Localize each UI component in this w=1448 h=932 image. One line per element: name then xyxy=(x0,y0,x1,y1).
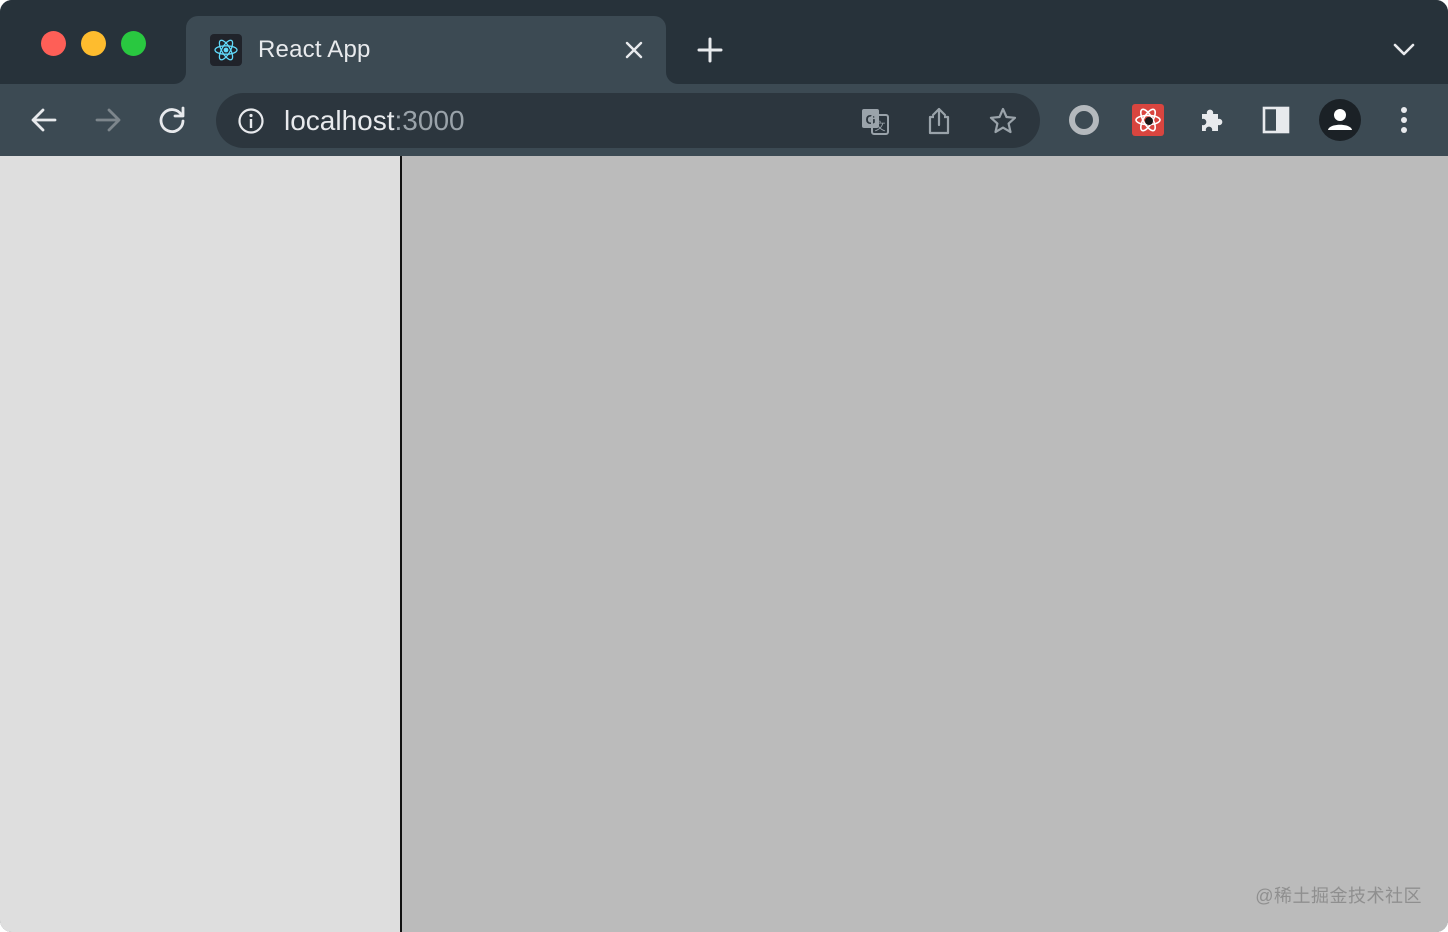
tab-react-app[interactable]: React App xyxy=(186,16,666,84)
new-tab-button[interactable] xyxy=(694,34,726,66)
react-logo-icon xyxy=(210,34,242,66)
left-pane xyxy=(0,156,402,932)
window-close-button[interactable] xyxy=(41,31,66,56)
window-minimize-button[interactable] xyxy=(81,31,106,56)
tab-search-button[interactable] xyxy=(1390,38,1418,62)
plus-icon xyxy=(697,37,723,63)
kebab-menu-icon[interactable] xyxy=(1388,104,1420,136)
window-maximize-button[interactable] xyxy=(121,31,146,56)
page-content: @稀土掘金技术社区 xyxy=(0,156,1448,932)
react-devtools-icon[interactable] xyxy=(1132,104,1164,136)
profile-icon xyxy=(1319,99,1361,141)
close-icon[interactable] xyxy=(622,38,646,62)
toolbar: localhost:3000 G 文 xyxy=(0,84,1448,156)
arrow-left-icon xyxy=(31,108,57,132)
tab-title: React App xyxy=(258,36,371,63)
tab-strip: React App xyxy=(0,0,1448,84)
chevron-down-icon xyxy=(1393,43,1415,56)
profile-button[interactable] xyxy=(1318,98,1362,142)
url-host: localhost xyxy=(284,105,395,136)
address-bar[interactable]: localhost:3000 G 文 xyxy=(216,93,1040,148)
puzzle-icon[interactable] xyxy=(1196,104,1228,136)
right-pane xyxy=(402,156,1448,932)
watermark: @稀土掘金技术社区 xyxy=(1255,886,1422,906)
share-icon[interactable] xyxy=(923,105,955,137)
url-text[interactable]: localhost:3000 xyxy=(284,105,465,137)
svg-text:文: 文 xyxy=(875,119,886,133)
reload-icon xyxy=(159,106,185,133)
star-icon[interactable] xyxy=(987,105,1019,137)
browser-window: React App localhost:3000 G 文 @稀土掘金技术社区 xyxy=(0,0,1448,932)
reload-button[interactable] xyxy=(156,104,188,136)
circle-extension-icon[interactable] xyxy=(1068,104,1100,136)
url-port: :3000 xyxy=(394,105,465,136)
back-button[interactable] xyxy=(28,104,60,136)
translate-icon[interactable]: G 文 xyxy=(859,105,891,137)
forward-button[interactable] xyxy=(92,104,124,136)
info-icon[interactable] xyxy=(236,106,266,136)
side-panel-icon[interactable] xyxy=(1260,104,1292,136)
arrow-right-icon xyxy=(95,108,121,132)
